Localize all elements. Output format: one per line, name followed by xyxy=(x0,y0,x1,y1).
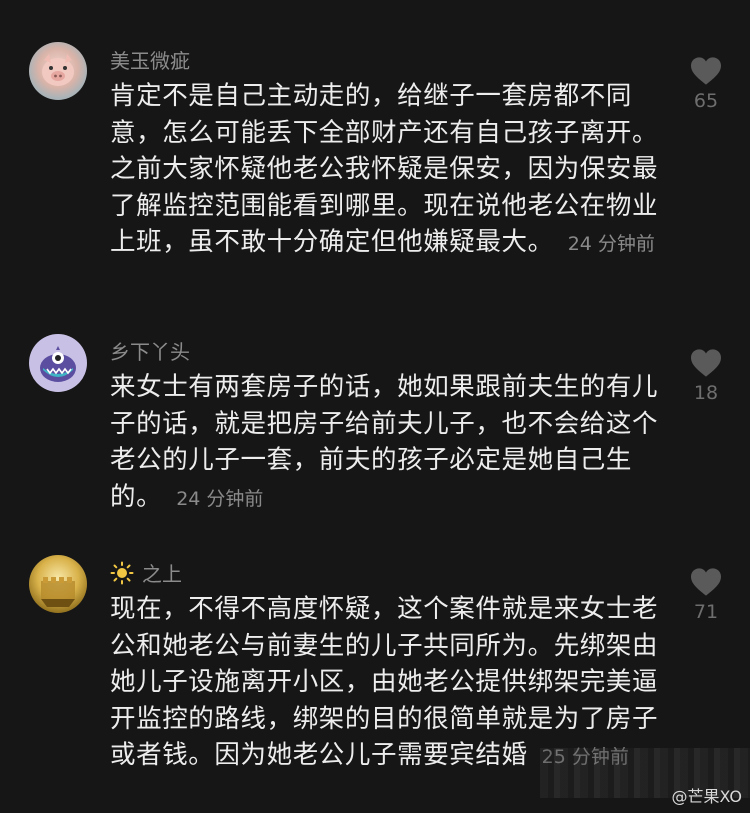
like-count: 65 xyxy=(693,90,719,112)
username-label: 美玉微疵 xyxy=(110,49,190,73)
username-label: 乡下丫头 xyxy=(110,340,190,364)
cartoon-monster-avatar-icon xyxy=(40,346,76,382)
username-label: 之上 xyxy=(142,562,182,586)
comment-body: 肯定不是自己主动走的，给继子一套房都不同意，怎么可能丢下全部财产还有自己孩子离开… xyxy=(110,78,670,263)
comment-text: 现在，不得不高度怀疑，这个案件就是来女士老公和她老公与前妻生的儿子共同所为。先绑… xyxy=(110,594,659,771)
like-button[interactable]: 65 xyxy=(682,56,730,112)
comment-body: 来女士有两套房子的话，她如果跟前夫生的有儿子的话，就是把房子给前夫儿子，也不会给… xyxy=(110,369,670,517)
avatar[interactable] xyxy=(29,42,87,100)
cartoon-pig-avatar-icon xyxy=(42,54,74,86)
comment-username[interactable]: 乡下丫头 xyxy=(110,336,190,365)
avatar[interactable] xyxy=(29,334,87,392)
comment-text: 肯定不是自己主动走的，给继子一套房都不同意，怎么可能丢下全部财产还有自己孩子离开… xyxy=(110,81,659,258)
heart-icon xyxy=(691,568,721,596)
comment-time: 24 分钟前 xyxy=(567,233,655,256)
golden-wall-avatar-icon xyxy=(41,577,75,607)
heart-icon xyxy=(691,57,721,85)
sun-icon xyxy=(110,561,134,584)
like-count: 71 xyxy=(693,601,719,623)
like-button[interactable]: 18 xyxy=(682,348,730,404)
watermark: @芒果XO xyxy=(671,787,742,806)
comment-username[interactable]: 之上 xyxy=(110,558,182,587)
like-button[interactable]: 71 xyxy=(682,567,730,623)
comment-time: 24 分钟前 xyxy=(176,487,264,510)
like-count: 18 xyxy=(693,382,719,404)
heart-icon xyxy=(691,349,721,377)
comment-username[interactable]: 美玉微疵 xyxy=(110,45,190,74)
avatar[interactable] xyxy=(29,555,87,613)
